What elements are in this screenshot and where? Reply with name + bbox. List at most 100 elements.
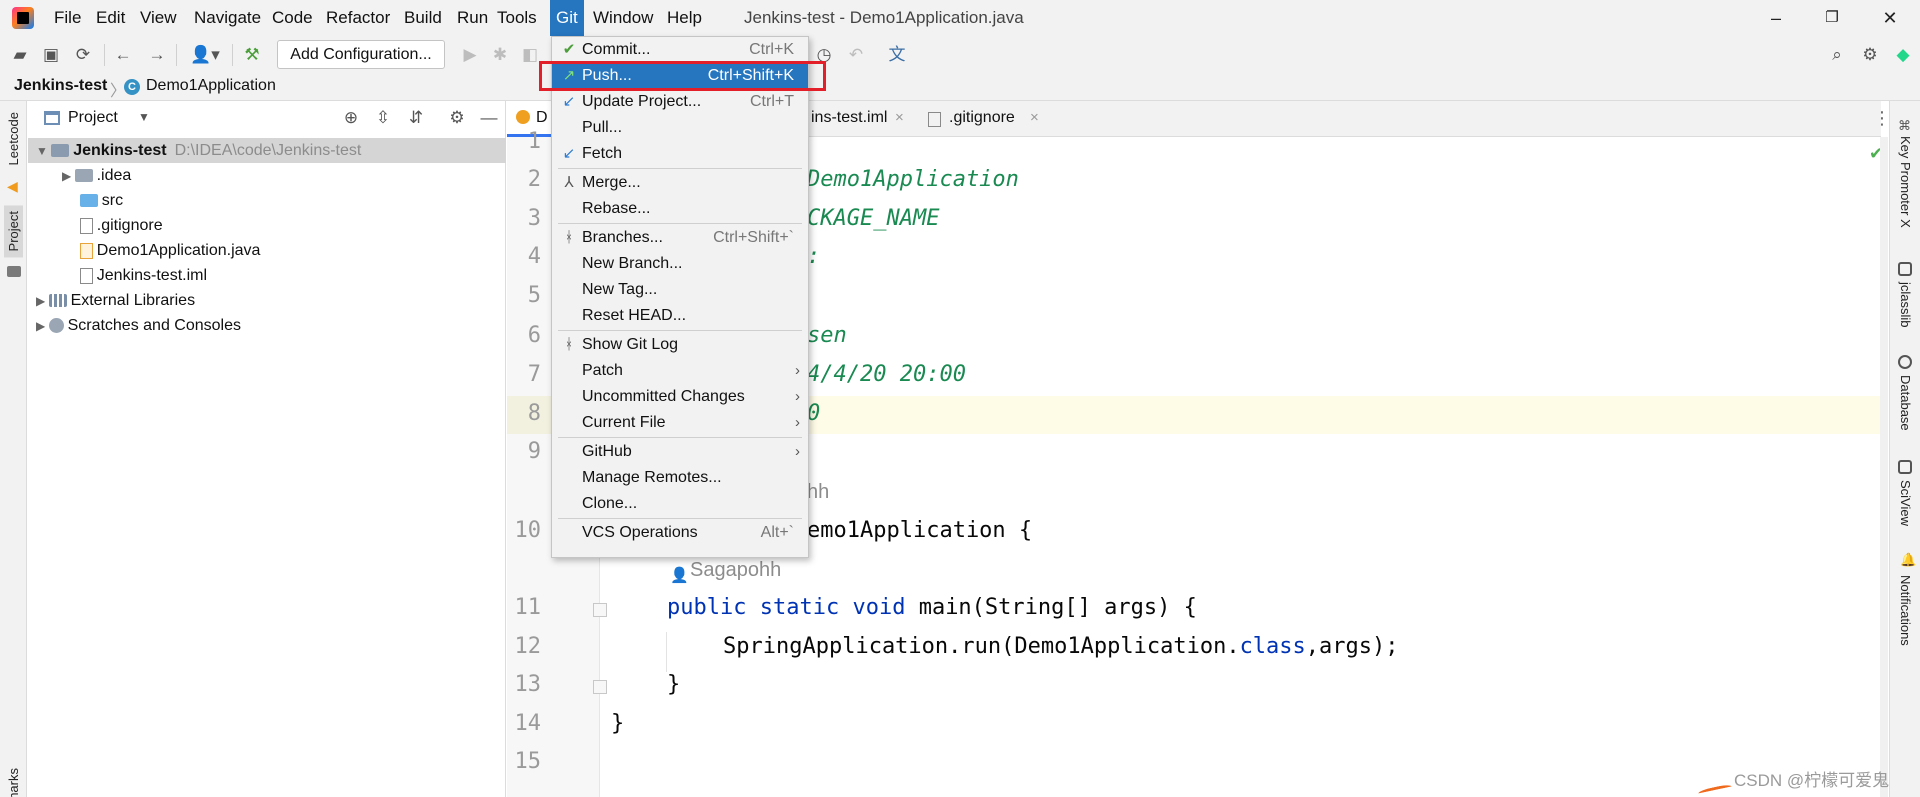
- chevron-down-icon[interactable]: ▼: [138, 110, 150, 124]
- menu-help[interactable]: Help: [661, 0, 708, 36]
- tree-item-label: src: [101, 192, 124, 209]
- git-menu-fetch[interactable]: ↙ Fetch: [552, 141, 808, 167]
- search-icon[interactable]: ⌕: [1826, 44, 1848, 66]
- open-folder-icon[interactable]: ▰: [9, 44, 31, 66]
- intellij-logo-icon: [12, 7, 34, 29]
- menu-code[interactable]: Code: [266, 0, 319, 36]
- close-tab-icon[interactable]: ×: [895, 109, 904, 126]
- collapse-all-icon[interactable]: ⇵: [405, 107, 427, 129]
- key-promoter-icon: ⌘: [1898, 118, 1911, 133]
- git-menu-clone[interactable]: Clone...: [552, 491, 808, 517]
- tree-item[interactable]: .gitignore: [62, 213, 163, 238]
- git-menu-rebase[interactable]: Rebase...: [552, 196, 808, 222]
- menu-build[interactable]: Build: [398, 0, 448, 36]
- leetcode-tool-button[interactable]: Leetcode: [6, 112, 21, 166]
- close-window-button[interactable]: ✕: [1866, 0, 1914, 36]
- database-tool-button[interactable]: Database: [1898, 375, 1913, 431]
- class-icon: C: [124, 79, 140, 95]
- menu-tools[interactable]: Tools: [491, 0, 543, 36]
- vcs-user-icon[interactable]: 👤▾: [187, 44, 223, 66]
- settings-icon[interactable]: ⚙: [1859, 44, 1881, 66]
- hide-panel-icon[interactable]: —: [478, 107, 500, 129]
- fold-marker-icon[interactable]: [593, 680, 607, 694]
- tree-item-label: .gitignore: [96, 217, 163, 234]
- tab-gitignore[interactable]: .gitignore: [949, 109, 1015, 127]
- author-inlay-hint[interactable]: Sagapohh: [690, 559, 781, 582]
- locate-target-icon[interactable]: ⊕: [340, 107, 362, 129]
- project-view-title[interactable]: Project: [68, 109, 118, 127]
- back-icon[interactable]: ←: [112, 44, 134, 66]
- git-menu-label: New Branch...: [582, 255, 683, 272]
- line-number: 11: [514, 595, 542, 620]
- git-menu-pull[interactable]: Pull...: [552, 115, 808, 141]
- git-menu-patch[interactable]: Patch ›: [552, 358, 808, 384]
- git-menu-new-branch[interactable]: New Branch...: [552, 251, 808, 277]
- code-segment: ,args);: [1305, 634, 1399, 659]
- breadcrumb-file[interactable]: Demo1Application: [146, 77, 276, 95]
- restore-button[interactable]: ❐: [1808, 0, 1856, 36]
- bookmarks-tool-button[interactable]: Bookmarks: [6, 768, 21, 797]
- key-promoter-tool-button[interactable]: Key Promoter X: [1898, 136, 1913, 228]
- run-icon[interactable]: ▶: [459, 44, 481, 66]
- project-tool-button[interactable]: Project: [4, 205, 23, 258]
- sciview-tool-button[interactable]: SciView: [1898, 480, 1913, 526]
- tree-item[interactable]: ▶ External Libraries: [36, 288, 195, 313]
- collapsed-arrow-icon[interactable]: ▶: [36, 319, 49, 333]
- author-inlay-hint[interactable]: hh: [807, 481, 829, 504]
- line-number: 12: [514, 634, 542, 659]
- folder-icon: [51, 144, 70, 158]
- menu-refactor[interactable]: Refactor: [320, 0, 396, 36]
- menu-run[interactable]: Run: [451, 0, 494, 36]
- minimize-button[interactable]: –: [1752, 0, 1800, 36]
- tree-item[interactable]: Jenkins-test.iml: [62, 263, 207, 288]
- git-menu-update-project[interactable]: ↙ Update Project... Ctrl+T: [552, 89, 808, 115]
- git-menu-current-file[interactable]: Current File ›: [552, 410, 808, 436]
- add-configuration-button[interactable]: Add Configuration...: [277, 40, 445, 69]
- close-tab-icon[interactable]: ×: [1030, 109, 1039, 126]
- git-menu-branches[interactable]: ᚼ Branches... Ctrl+Shift+`: [552, 225, 808, 251]
- git-menu-github[interactable]: GitHub ›: [552, 439, 808, 465]
- menu-edit[interactable]: Edit: [90, 0, 131, 36]
- build-hammer-icon[interactable]: ⚒: [241, 44, 263, 66]
- git-menu-manage-remotes[interactable]: Manage Remotes...: [552, 465, 808, 491]
- fold-marker-icon[interactable]: [593, 603, 607, 617]
- breadcrumb-project[interactable]: Jenkins-test: [14, 77, 107, 95]
- tree-item[interactable]: ▶ Scratches and Consoles: [36, 313, 241, 338]
- notifications-tool-button[interactable]: Notifications: [1898, 575, 1913, 646]
- menu-navigate[interactable]: Navigate: [188, 0, 267, 36]
- git-menu-label: Current File: [582, 414, 666, 431]
- jclasslib-tool-button[interactable]: jclasslib: [1898, 282, 1913, 328]
- menu-separator: [558, 168, 802, 169]
- translate-icon[interactable]: 文: [886, 44, 908, 66]
- git-menu-uncommitted-changes[interactable]: Uncommitted Changes ›: [552, 384, 808, 410]
- tree-item[interactable]: ▶ .idea: [62, 163, 131, 188]
- coverage-icon[interactable]: ◧: [519, 44, 541, 66]
- tree-item[interactable]: ▼ Jenkins-test D:\IDEA\code\Jenkins-test: [28, 138, 506, 163]
- expand-all-icon[interactable]: ⇳: [372, 107, 394, 129]
- tab-jenkins-test-iml[interactable]: ins-test.iml: [811, 109, 887, 127]
- save-icon[interactable]: ▣: [40, 44, 62, 66]
- menu-git[interactable]: Git: [550, 0, 584, 36]
- expanded-arrow-icon[interactable]: ▼: [36, 144, 51, 158]
- git-menu-merge[interactable]: ⅄ Merge...: [552, 170, 808, 196]
- toolbox-icon[interactable]: ◆: [1892, 44, 1914, 66]
- sync-icon[interactable]: ⟳: [72, 44, 94, 66]
- menu-window[interactable]: Window: [587, 0, 659, 36]
- rollback-icon[interactable]: ↶: [845, 44, 867, 66]
- menu-view[interactable]: View: [134, 0, 183, 36]
- debug-icon[interactable]: ✱: [489, 44, 511, 66]
- git-menu-new-tag[interactable]: New Tag...: [552, 277, 808, 303]
- forward-icon[interactable]: →: [146, 44, 168, 66]
- tree-item[interactable]: src: [62, 188, 123, 213]
- git-menu-reset-head[interactable]: Reset HEAD...: [552, 303, 808, 329]
- git-menu-show-git-log[interactable]: ᚼ Show Git Log: [552, 332, 808, 358]
- tree-item[interactable]: Demo1Application.java: [62, 238, 260, 263]
- menu-file[interactable]: File: [48, 0, 87, 36]
- git-menu-commit[interactable]: ✔ Commit... Ctrl+K: [552, 37, 808, 63]
- gear-icon[interactable]: ⚙: [446, 107, 468, 129]
- collapsed-arrow-icon[interactable]: ▶: [36, 294, 49, 308]
- git-menu-vcs-operations[interactable]: VCS Operations Alt+`: [552, 520, 808, 546]
- editor-scrollbar[interactable]: [1880, 137, 1888, 797]
- tree-item-label: Jenkins-test.iml: [96, 267, 208, 284]
- collapsed-arrow-icon[interactable]: ▶: [62, 169, 75, 183]
